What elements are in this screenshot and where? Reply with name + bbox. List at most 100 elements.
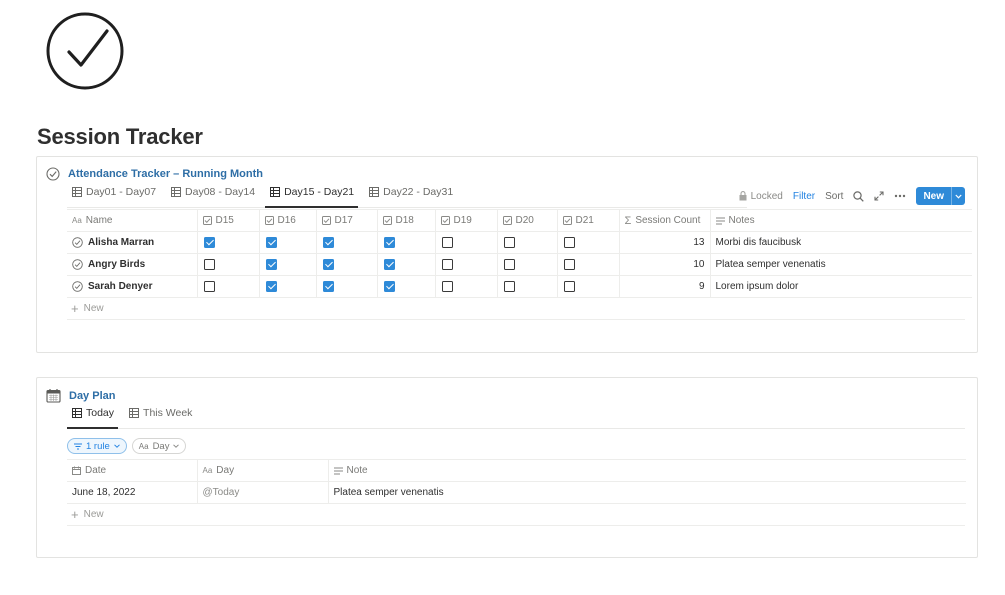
add-row-button[interactable]: + New [67,298,965,320]
expand-icon[interactable] [874,191,884,201]
checkbox[interactable] [265,258,277,270]
checkbox[interactable] [203,236,215,248]
checkbox-cell[interactable] [557,275,620,298]
checkbox[interactable] [203,258,215,270]
tab-day15-day21[interactable]: Day15 - Day21 [265,183,359,208]
checkbox-cell[interactable] [197,275,260,298]
filter-chips: 1 rule Aa Day [67,438,187,454]
checkbox[interactable] [503,280,515,292]
tab-day08-day14[interactable]: Day08 - Day14 [166,183,259,207]
new-dropdown[interactable] [951,187,965,205]
notes-cell[interactable]: Lorem ipsum dolor [710,275,972,298]
column-d16[interactable]: D16 [259,209,317,232]
checkbox-cell[interactable] [377,231,436,254]
checkbox-cell[interactable] [557,231,620,254]
new-button[interactable]: New [916,187,965,205]
column-name[interactable]: Aa Name [67,209,198,232]
dayplan-title[interactable]: Day Plan [69,390,115,402]
filter-button[interactable]: Filter [793,191,815,202]
calendar-icon [46,389,61,403]
checkbox-cell[interactable] [435,253,498,276]
checkbox[interactable] [563,236,575,248]
checkbox[interactable] [383,236,395,248]
plus-icon: + [71,301,79,316]
checkbox-type-icon [264,216,274,225]
chevron-down-icon [173,444,180,448]
checkbox-cell[interactable] [557,253,620,276]
tab-day01-day07[interactable]: Day01 - Day07 [67,183,160,207]
checkbox-cell[interactable] [316,275,378,298]
checkbox-cell[interactable] [377,253,436,276]
checkbox-cell[interactable] [259,253,317,276]
checkbox-cell[interactable] [316,231,378,254]
checkbox[interactable] [503,236,515,248]
checkbox-cell[interactable] [259,231,317,254]
tab-today[interactable]: Today [67,404,119,429]
checkbox-cell[interactable] [497,275,558,298]
checkbox[interactable] [441,236,453,248]
checkbox[interactable] [203,280,215,292]
text-type-icon: Aa [138,441,149,451]
checkbox-cell[interactable] [316,253,378,276]
column-note[interactable]: Note [328,459,966,482]
column-d21[interactable]: D21 [557,209,620,232]
tab-this-week[interactable]: This Week [124,404,196,428]
checkbox-cell[interactable] [497,253,558,276]
checkbox-cell[interactable] [197,253,260,276]
checkbox[interactable] [563,280,575,292]
search-icon[interactable] [853,190,865,202]
checkbox[interactable] [383,258,395,270]
column-d20[interactable]: D20 [497,209,558,232]
table-row[interactable]: Sarah Denyer 9 Lorem ipsum dolor [67,275,972,298]
table-row[interactable]: June 18, 2022 @Today Platea semper venen… [67,481,966,504]
checkbox[interactable] [322,280,334,292]
notes-cell[interactable]: Platea semper venenatis [710,253,972,276]
name-cell[interactable]: Sarah Denyer [67,275,198,298]
sort-button[interactable]: Sort [825,191,843,202]
column-d19[interactable]: D19 [435,209,498,232]
column-d18[interactable]: D18 [377,209,436,232]
filter-rule-chip[interactable]: 1 rule [67,438,127,454]
check-circle-icon[interactable] [44,10,126,92]
attendance-title[interactable]: Attendance Tracker – Running Month [68,168,263,180]
date-cell[interactable]: June 18, 2022 [67,481,198,504]
checkbox-cell[interactable] [435,231,498,254]
note-cell[interactable]: Platea semper venenatis [328,481,966,504]
day-filter-chip[interactable]: Aa Day [131,438,187,454]
column-d15[interactable]: D15 [197,209,260,232]
column-notes[interactable]: Notes [710,209,972,232]
checkbox[interactable] [265,280,277,292]
checkbox-cell[interactable] [197,231,260,254]
name-cell[interactable]: Angry Birds [67,253,198,276]
column-session-count[interactable]: Σ Session Count [619,209,711,232]
column-d17[interactable]: D17 [316,209,378,232]
checkbox-cell[interactable] [259,275,317,298]
checkbox[interactable] [265,236,277,248]
plus-icon: + [71,507,79,522]
column-day[interactable]: Aa Day [197,459,329,482]
add-row-button[interactable]: + New [67,504,965,526]
table-row[interactable]: Angry Birds 10 Platea semper venenatis [67,253,972,276]
column-date[interactable]: Date [67,459,198,482]
name-cell[interactable]: Alisha Marran [67,231,198,254]
checkbox[interactable] [322,258,334,270]
notes-cell[interactable]: Morbi dis faucibusk [710,231,972,254]
more-icon[interactable] [894,194,906,198]
checkbox-cell[interactable] [377,275,436,298]
day-cell[interactable]: @Today [197,481,329,504]
checkbox[interactable] [441,258,453,270]
checkbox[interactable] [441,280,453,292]
table-row[interactable]: Alisha Marran 13 Morbi dis faucibusk [67,231,972,254]
checkbox[interactable] [322,236,334,248]
checkbox[interactable] [503,258,515,270]
checkbox-cell[interactable] [497,231,558,254]
checkbox[interactable] [563,258,575,270]
locked-indicator[interactable]: Locked [739,191,783,202]
checkbox-cell[interactable] [435,275,498,298]
table-icon [129,408,140,418]
dayplan-table: Date Aa Day Note June 18, 2022 @Today Pla… [67,459,966,504]
tab-day22-day31[interactable]: Day22 - Day31 [364,183,457,207]
attendance-header: Attendance Tracker – Running Month [46,167,263,181]
checkbox[interactable] [383,280,395,292]
tab-label: Day01 - Day07 [86,186,157,198]
